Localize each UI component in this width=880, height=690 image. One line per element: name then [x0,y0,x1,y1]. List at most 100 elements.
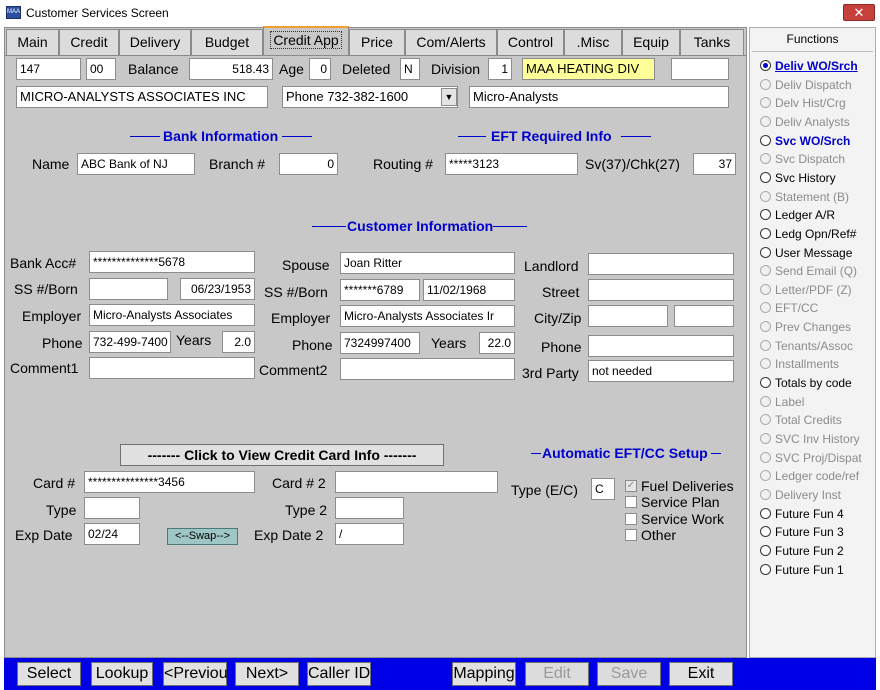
branch-field[interactable]: 0 [279,153,338,175]
radio-icon[interactable] [760,246,771,258]
function-item[interactable]: Svc WO/Srch [760,132,874,150]
radio-icon[interactable] [760,507,771,519]
select-button[interactable]: Select [17,662,81,686]
function-item[interactable]: Delv Hist/Crg [760,94,874,112]
radio-icon[interactable] [760,60,771,71]
exp2-field[interactable]: / [335,523,404,545]
next-button[interactable]: Next> [235,662,299,686]
radio-icon[interactable] [760,395,771,407]
type1-field[interactable] [84,497,140,519]
years-field[interactable]: 2.0 [222,331,255,353]
function-item[interactable]: EFT/CC [760,299,874,317]
radio-icon[interactable] [760,433,771,444]
card1-field[interactable]: ***************3456 [84,471,255,493]
radio-icon[interactable] [760,544,771,556]
radio-icon[interactable] [760,488,771,500]
tab-control[interactable]: Control [497,29,564,55]
function-item[interactable]: Ledger code/ref [760,467,874,485]
third-party-field[interactable]: not needed [588,360,734,382]
zip-field[interactable] [674,305,734,327]
spouse-field[interactable]: Joan Ritter [340,252,515,274]
auto-eft-type-field[interactable]: C [591,478,615,500]
chevron-down-icon[interactable]: ▼ [441,88,457,106]
radio-icon[interactable] [760,339,771,351]
tab-misc[interactable]: .Misc [564,29,622,55]
function-item[interactable]: Svc Dispatch [760,150,874,168]
sv-chk-field[interactable]: 37 [693,153,736,175]
fuel-deliveries-checkbox[interactable]: ✓ [625,480,637,492]
deleted-field[interactable]: N [400,58,420,80]
function-item[interactable]: Deliv Dispatch [760,76,874,94]
function-item[interactable]: Letter/PDF (Z) [760,281,874,299]
function-item[interactable]: Total Credits [760,411,874,429]
tab-tanks[interactable]: Tanks [680,29,744,55]
spouse-born-field[interactable]: 11/02/1968 [423,279,515,301]
employer-field[interactable]: Micro-Analysts Associates [89,304,255,326]
age-field[interactable]: 0 [309,58,331,80]
exp1-field[interactable]: 02/24 [84,523,140,545]
street-field[interactable] [588,279,734,301]
tab-price[interactable]: Price [349,29,405,55]
radio-icon[interactable] [760,414,771,426]
bank-acc-field[interactable]: **************5678 [89,251,255,273]
function-item[interactable]: Label [760,393,874,411]
radio-icon[interactable] [760,563,771,575]
function-item[interactable]: Statement (B) [760,188,874,206]
function-item[interactable]: Delivery Inst [760,486,874,504]
function-item[interactable]: Totals by code [760,374,874,392]
save-button[interactable]: Save [597,662,661,686]
account-number-field[interactable]: 147 [16,58,81,80]
radio-icon[interactable] [760,227,771,239]
tab-credit[interactable]: Credit [59,29,119,55]
edit-button[interactable]: Edit [525,662,589,686]
function-item[interactable]: Deliv Analysts [760,113,874,131]
caller-id-button[interactable]: Caller ID [307,662,371,686]
function-item[interactable]: SVC Proj/Dispat [760,449,874,467]
tab-com-alerts[interactable]: Com/Alerts [405,29,497,55]
tab-main[interactable]: Main [6,29,59,55]
function-item[interactable]: Installments [760,355,874,373]
radio-icon[interactable] [760,209,771,221]
ss-field[interactable] [89,278,168,300]
radio-icon[interactable] [760,377,771,389]
mapping-button[interactable]: Mapping [452,662,516,686]
radio-icon[interactable] [760,265,771,277]
radio-icon[interactable] [760,358,771,370]
tab-credit-app[interactable]: Credit App [263,26,349,55]
spouse-phone-field[interactable]: 7324997400 [340,332,420,354]
function-item[interactable]: User Message [760,244,874,262]
radio-icon[interactable] [760,115,771,127]
spouse-years-field[interactable]: 22.0 [479,332,515,354]
comment2-field[interactable] [340,358,515,380]
company-name-field[interactable]: MICRO-ANALYSTS ASSOCIATES INC [16,86,268,108]
phone-field[interactable]: 732-499-7400 [89,331,171,353]
function-item[interactable]: Tenants/Assoc [760,337,874,355]
radio-icon[interactable] [760,526,771,538]
short-name-field[interactable]: Micro-Analysts [469,86,729,108]
function-item[interactable]: Prev Changes [760,318,874,336]
lookup-button[interactable]: Lookup [91,662,153,686]
header-extra-field[interactable] [671,58,729,80]
spouse-ss-field[interactable]: *******6789 [340,279,420,301]
radio-icon[interactable] [760,451,771,463]
card2-field[interactable] [335,471,498,493]
service-plan-checkbox[interactable] [625,496,637,508]
tab-equip[interactable]: Equip [622,29,680,55]
function-item[interactable]: Send Email (Q) [760,262,874,280]
function-item[interactable]: SVC Inv History [760,430,874,448]
phone-select[interactable]: Phone 732-382-1600 [282,86,458,108]
radio-icon[interactable] [760,470,771,482]
radio-icon[interactable] [760,171,771,183]
radio-icon[interactable] [760,302,771,314]
swap-button[interactable]: <--Swap--> [167,528,238,545]
exit-button[interactable]: Exit [669,662,733,686]
radio-icon[interactable] [760,134,771,146]
comment1-field[interactable] [89,357,255,379]
radio-icon[interactable] [760,153,771,165]
city-field[interactable] [588,305,668,327]
type2-field[interactable] [335,497,404,519]
bank-name-field[interactable]: ABC Bank of NJ [77,153,195,175]
radio-icon[interactable] [760,97,771,109]
spouse-employer-field[interactable]: Micro-Analysts Associates Ir [340,305,515,327]
routing-field[interactable]: *****3123 [445,153,578,175]
